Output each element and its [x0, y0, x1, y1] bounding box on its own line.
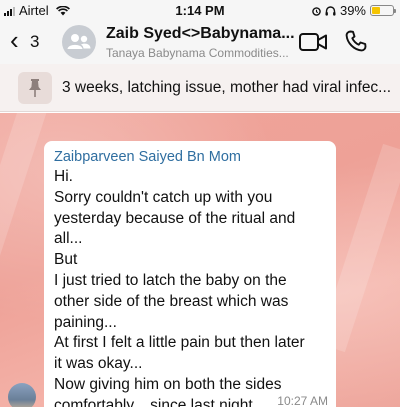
message-bubble[interactable]: Zaibparveen Saiyed Bn Mom Hi. Sorry coul…: [44, 141, 336, 407]
video-camera-icon[interactable]: [298, 31, 328, 53]
battery-level-fill: [372, 7, 380, 14]
chat-area[interactable]: Zaibparveen Saiyed Bn Mom Hi. Sorry coul…: [0, 113, 400, 407]
group-avatar[interactable]: [62, 25, 96, 59]
battery-icon: [370, 5, 396, 16]
pin-icon: [29, 79, 41, 97]
phone-icon[interactable]: [344, 29, 368, 53]
wallpaper-pattern: [0, 113, 50, 303]
message-text-line: all...: [54, 230, 83, 248]
message-text-line: other side of the breast which was: [54, 292, 289, 310]
alarm-icon: [312, 6, 321, 16]
message-text-line: But: [54, 251, 78, 269]
message-text-line: I just tried to latch the baby on the: [54, 271, 287, 289]
sender-avatar[interactable]: [8, 383, 36, 407]
chat-subtitle[interactable]: Tanaya Babynama Commodities...: [106, 46, 289, 60]
message-text-line: it was okay...: [54, 355, 143, 373]
chevron-left-icon[interactable]: ‹: [10, 27, 19, 53]
message-text-line: Now giving him on both the sides: [54, 375, 282, 393]
sender-name[interactable]: Zaibparveen Saiyed Bn Mom: [54, 147, 326, 167]
status-right: 39%: [312, 3, 396, 18]
status-bar: Airtel 1:14 PM 39%: [0, 0, 400, 20]
message-text-line: Hi.: [54, 168, 73, 185]
pinned-message-text[interactable]: 3 weeks, latching issue, mother had vira…: [62, 79, 391, 97]
pinned-message-bar[interactable]: 3 weeks, latching issue, mother had vira…: [0, 64, 400, 112]
message-text-line: yesterday because of the ritual and: [54, 209, 296, 227]
group-icon: [67, 34, 91, 49]
battery-percent: 39%: [339, 3, 366, 18]
back-unread-count[interactable]: 3: [30, 32, 39, 52]
message-text-line: Sorry couldn't catch up with you: [54, 188, 273, 206]
message-text-line: paining...: [54, 313, 117, 331]
message-text-line: At first I felt a little pain but then l…: [54, 334, 305, 352]
message-timestamp: 10:27 AM: [277, 394, 328, 407]
chat-title[interactable]: Zaib Syed<>Babynama...: [106, 25, 295, 43]
chat-header: ‹ 3 Zaib Syed<>Babynama... Tanaya Babyna…: [0, 20, 400, 64]
pin-button[interactable]: [18, 72, 52, 104]
headphones-icon: [325, 5, 336, 16]
